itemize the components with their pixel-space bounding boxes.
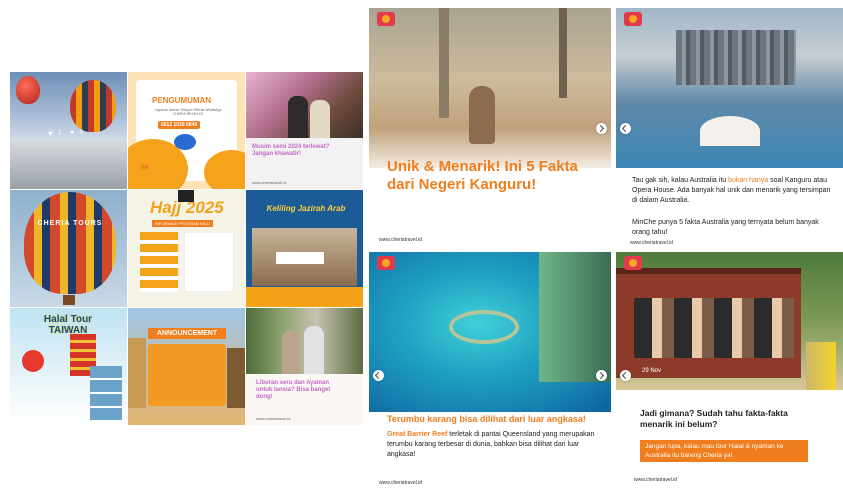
heart-icon[interactable]: ♥ [48,129,53,138]
photo-date: 29 Nov [642,368,662,374]
opera-house [700,116,760,146]
cta-badge: Jangan lupa, kalau mau tour Halal & nyam… [640,440,808,463]
reef-body: Great Barrier Reef terletak di pantai Qu… [387,430,602,460]
reef-heading: Terumbu karang bisa dilihat dari luar an… [387,414,586,424]
spring-caption: Musim semi 2024 terlewat? Jangan khawati… [252,144,330,157]
person-man [304,326,324,374]
cheria-logo [624,12,642,26]
next-arrow-icon[interactable] [596,123,607,134]
skyline [676,30,796,85]
card-sydney[interactable]: Tau gak sih, kalau Australia itu bukan h… [616,8,843,248]
tile-musim-semi[interactable]: Musim semi 2024 terlewat? Jangan khawati… [246,72,363,189]
prev-arrow-icon[interactable] [620,123,631,134]
collage: ♥ 1 ● 0 PENGUMUMAN Layanan Nomor Telepon… [0,0,843,490]
prev-arrow-icon[interactable] [373,370,384,381]
cheria-logo [377,256,395,270]
taiwan-title: Halal Tour TAIWAN [43,314,93,336]
phone-number: 0812 1028 0849 [158,121,201,129]
jazirah-title: Keliling Jazirah Arab [266,204,346,213]
tile-balloon-cheria[interactable]: CHERIA TOURS [10,190,127,307]
card-reef[interactable]: Terumbu karang bisa dilihat dari luar an… [369,252,611,490]
yellow-line [806,342,836,390]
intro-text: Tau gak sih, kalau Australia itu bukan h… [632,176,837,206]
reef-shore [539,252,611,382]
site-url: www.cheriatravel.id [256,416,291,421]
prev-arrow-icon[interactable] [620,370,631,381]
card-kangaroo[interactable]: Unik & Menarik! Ini 5 Fakta dari Negeri … [369,8,611,248]
reef-highlight: Great Barrier Reef [387,431,448,438]
group-banner [276,252,324,264]
passengers [634,298,794,358]
lansia-caption: Liburan seru dan nyaman untuk lansia? Bi… [256,380,331,400]
kangaroo-figure [469,86,495,144]
quote-icon: ❝ [140,162,150,179]
highlight-text: bukan hanya [728,177,769,184]
headline: Unik & Menarik! Ini 5 Fakta dari Negeri … [387,158,578,193]
package-detail [184,232,234,292]
person-hijab [282,330,300,374]
announcement-title: PENGUMUMAN [152,96,212,105]
announcement-panel [148,344,226,406]
next-arrow-icon[interactable] [596,370,607,381]
tile-hajj-2025[interactable]: Hajj 2025 INFORMASI PROGRAM HAJJ [128,190,245,307]
hajj-subtitle: INFORMASI PROGRAM HAJJ [152,220,213,227]
tile-jazirah[interactable]: Keliling Jazirah Arab [246,190,363,307]
balloon-red [16,76,40,104]
person-silhouette-2 [310,100,330,138]
instagram-grid: ♥ 1 ● 0 PENGUMUMAN Layanan Nomor Telepon… [10,72,364,426]
site-url: www.cheriatravel.id [630,240,674,246]
site-url: www.cheriatravel.id [634,477,678,483]
closing-question: Jadi gimana? Sudah tahu fakta-fakta mena… [640,408,788,430]
card-train[interactable]: 29 Nov Jadi gimana? Sudah tahu fakta-fak… [616,252,843,490]
phone-icon [174,134,196,150]
snowy-town [10,139,127,189]
tile-announcement[interactable]: ANNOUNCEMENT [128,308,245,425]
intro-text-2: MinChe punya 5 fakta Australia yang tern… [632,219,819,237]
photo-collage [90,366,122,422]
kaaba-icon [178,190,194,202]
package-list [140,232,178,292]
balloon-big [70,80,116,132]
tree-trunk-2 [559,8,567,98]
intro-text-a: Tau gak sih, kalau Australia itu [632,177,729,184]
bottom-strip [246,287,363,307]
tile-taiwan[interactable]: Halal Tour TAIWAN [10,308,127,425]
site-url: www.cheriatravel.id [379,237,423,243]
comment-icon[interactable]: ● [70,129,74,136]
tree-trunk [439,8,449,118]
tile-balloons-snow[interactable]: ♥ 1 ● 0 [10,72,127,189]
price-badge [22,350,44,372]
tile-pengumuman[interactable]: PENGUMUMAN Layanan Nomor Telepon Officia… [128,72,245,189]
announcement-banner: ANNOUNCEMENT [148,328,226,339]
balloon-sign: CHERIA TOURS [37,220,103,227]
reef-island [449,310,519,344]
temple-right [227,348,245,408]
site-url: www.cheriatravel.id [252,180,287,185]
site-url: www.cheriatravel.id [379,480,423,486]
person-silhouette [288,96,308,138]
cheria-logo [377,12,395,26]
like-count: 1 [58,130,62,136]
balloon-basket [63,295,75,305]
cheria-logo [624,256,642,270]
temple-left [128,338,146,408]
comment-count: 0 [80,130,84,136]
tile-lansia[interactable]: Liburan seru dan nyaman untuk lansia? Bi… [246,308,363,425]
big-balloon [24,192,116,294]
announcement-body: Layanan Nomor Telepon Official WhatsApp … [154,108,222,116]
